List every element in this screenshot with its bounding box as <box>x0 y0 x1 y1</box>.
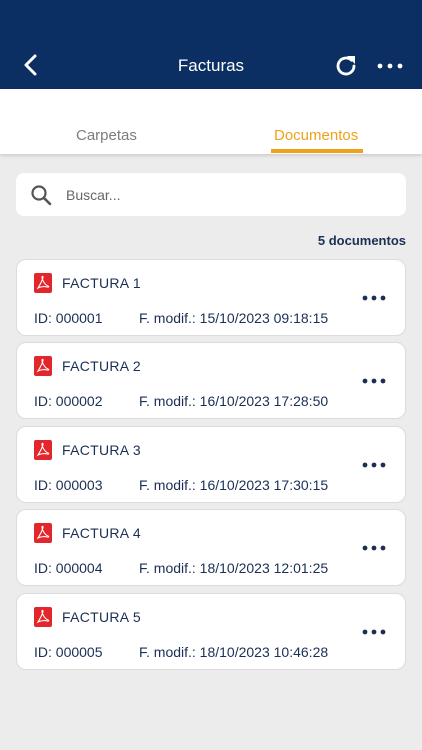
pdf-file-icon <box>34 356 52 376</box>
more-horizontal-icon[interactable] <box>360 540 388 556</box>
refresh-icon[interactable] <box>333 53 359 79</box>
list-item[interactable]: FACTURA 5 ID: 000005 F. modif.: 18/10/20… <box>16 593 406 670</box>
search-bar[interactable] <box>16 173 406 216</box>
more-horizontal-icon[interactable] <box>360 624 388 640</box>
tab-carpetas[interactable]: Carpetas <box>76 127 137 144</box>
document-id: ID: 000001 <box>34 310 103 326</box>
pdf-file-icon <box>34 273 52 293</box>
list-item[interactable]: FACTURA 3 ID: 000003 F. modif.: 16/10/20… <box>16 426 406 503</box>
list-item[interactable]: FACTURA 2 ID: 000002 F. modif.: 16/10/20… <box>16 342 406 419</box>
document-modified-date: F. modif.: 16/10/2023 17:28:50 <box>139 393 329 409</box>
document-modified-date: F. modif.: 15/10/2023 09:18:15 <box>139 310 329 326</box>
document-name: FACTURA 5 <box>62 609 141 625</box>
document-id: ID: 000003 <box>34 477 103 493</box>
document-id: ID: 000002 <box>34 393 103 409</box>
search-input[interactable] <box>66 183 386 207</box>
document-count: 5 documentos <box>317 233 406 248</box>
list-item[interactable]: FACTURA 1 ID: 000001 F. modif.: 15/10/20… <box>16 259 406 336</box>
document-modified-date: F. modif.: 18/10/2023 12:01:25 <box>139 560 329 576</box>
document-id: ID: 000005 <box>34 644 103 660</box>
list-item[interactable]: FACTURA 4 ID: 000004 F. modif.: 18/10/20… <box>16 509 406 586</box>
pdf-file-icon <box>34 440 52 460</box>
document-modified-date: F. modif.: 16/10/2023 17:30:15 <box>139 477 329 493</box>
tab-bar: Carpetas Documentos <box>0 89 422 154</box>
app-header: Facturas <box>0 0 422 89</box>
document-name: FACTURA 3 <box>62 442 141 458</box>
pdf-file-icon <box>34 523 52 543</box>
active-tab-indicator <box>271 149 363 153</box>
document-modified-date: F. modif.: 18/10/2023 10:46:28 <box>139 644 329 660</box>
tab-documentos[interactable]: Documentos <box>274 127 358 144</box>
search-icon <box>31 185 52 206</box>
pdf-file-icon <box>34 607 52 627</box>
document-name: FACTURA 4 <box>62 525 141 541</box>
document-id: ID: 000004 <box>34 560 103 576</box>
more-horizontal-icon[interactable] <box>376 56 404 76</box>
document-name: FACTURA 2 <box>62 358 141 374</box>
document-name: FACTURA 1 <box>62 275 141 291</box>
more-horizontal-icon[interactable] <box>360 373 388 389</box>
more-horizontal-icon[interactable] <box>360 457 388 473</box>
more-horizontal-icon[interactable] <box>360 290 388 306</box>
